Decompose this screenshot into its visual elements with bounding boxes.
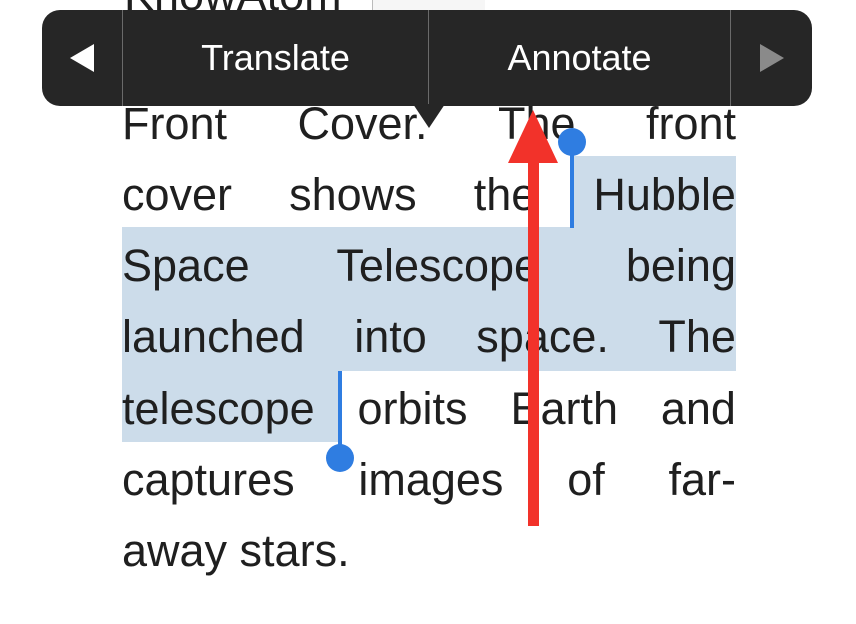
reader-page: KnowAtom Front Cover. The front cover sh… bbox=[0, 0, 856, 624]
red-arrow-head bbox=[508, 110, 558, 163]
red-arrow-shaft bbox=[528, 160, 539, 526]
red-annotation-arrow bbox=[508, 110, 558, 526]
